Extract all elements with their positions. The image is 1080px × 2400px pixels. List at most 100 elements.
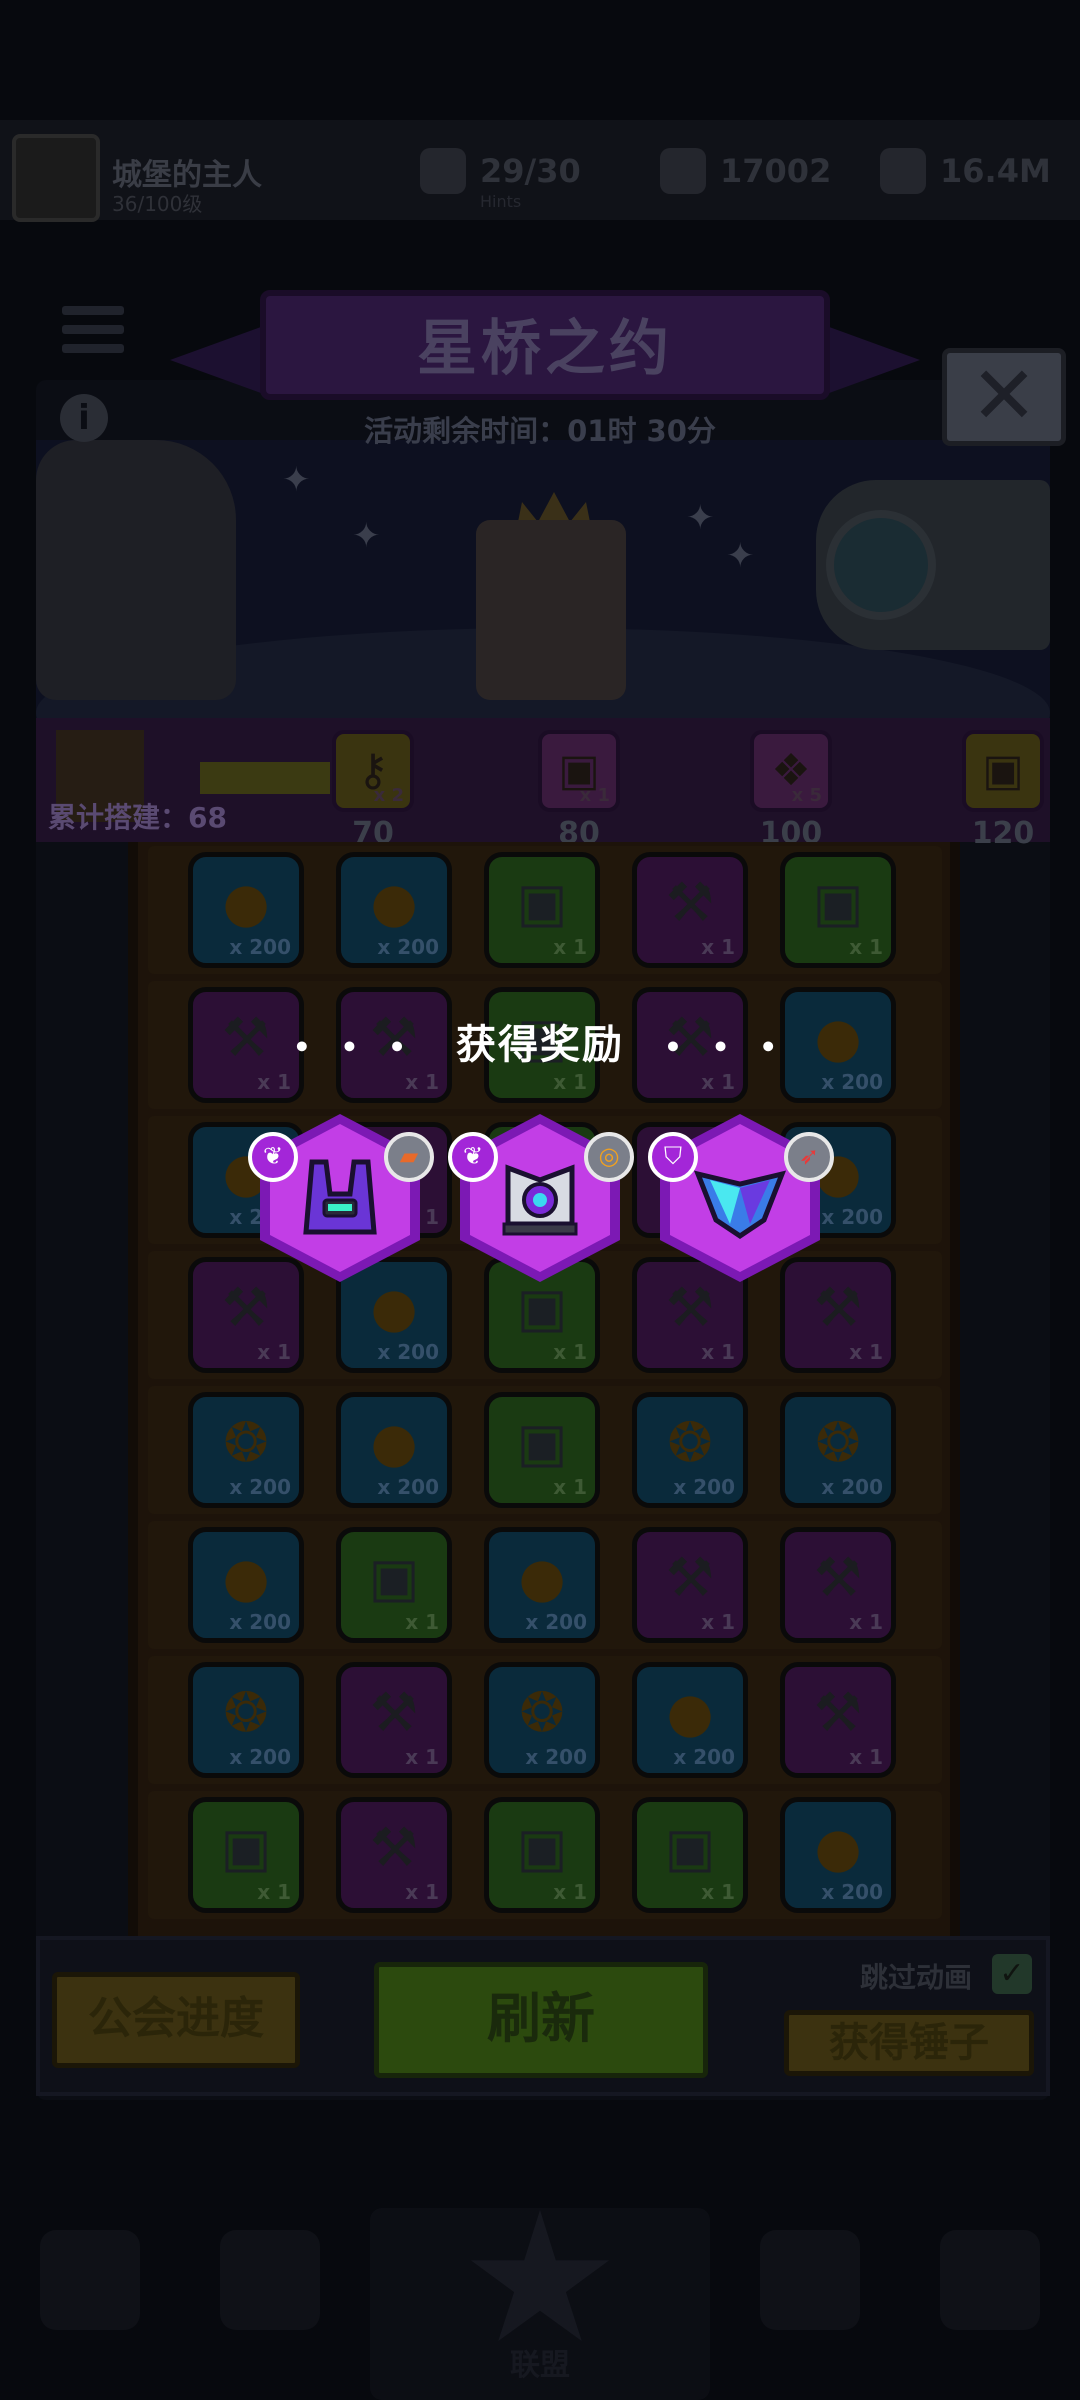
crystal-shield-icon bbox=[693, 1170, 787, 1240]
grid-cell[interactable]: ⚒x 1 bbox=[780, 1527, 896, 1643]
nav-battle-tab[interactable] bbox=[940, 2230, 1040, 2330]
cell-quantity: x 1 bbox=[257, 1070, 291, 1094]
robot-left-figure bbox=[36, 440, 236, 700]
grid-cell[interactable]: ●x 200 bbox=[780, 1797, 896, 1913]
guild-progress-button[interactable]: 公会进度 bbox=[52, 1972, 300, 2068]
cell-quantity: x 200 bbox=[229, 1610, 291, 1634]
hammer-icon: ⚒ bbox=[665, 1276, 715, 1339]
cell-quantity: x 1 bbox=[849, 1610, 883, 1634]
oil-drop-icon: ● bbox=[518, 1546, 566, 1609]
cell-quantity: x 1 bbox=[553, 1070, 587, 1094]
reward-item-armor[interactable]: ❦ ▰ bbox=[248, 1114, 434, 1282]
grid-cell[interactable]: ●x 200 bbox=[632, 1662, 748, 1778]
energy-icon bbox=[420, 148, 466, 194]
grid-cell[interactable]: ❂ x 200 bbox=[780, 1392, 896, 1508]
key-icon: ⚷ x 2 bbox=[332, 730, 414, 812]
chest-icon: ▣ bbox=[220, 1816, 272, 1879]
cell-quantity: x 200 bbox=[673, 1475, 735, 1499]
cell-quantity: x 200 bbox=[525, 1745, 587, 1769]
king-figure bbox=[476, 520, 626, 700]
nav-shop-tab[interactable] bbox=[40, 2230, 140, 2330]
guild-level: 36/100级 bbox=[112, 192, 203, 216]
top-status-bar: 城堡的主人 36/100级 29/30 Hints 17002 16.4M bbox=[0, 120, 1080, 222]
cell-quantity: x 200 bbox=[377, 935, 439, 959]
milestone-3[interactable]: ▣ 120 bbox=[958, 730, 1048, 851]
info-icon[interactable]: i bbox=[60, 394, 108, 442]
grid-cell[interactable]: ❂ x 200 bbox=[188, 1392, 304, 1508]
sparkle-icon: ✦ bbox=[352, 516, 381, 556]
guild-avatar[interactable] bbox=[12, 134, 100, 222]
chest-icon: ▣ bbox=[516, 871, 568, 934]
hammer-icon: ⚒ bbox=[221, 1276, 271, 1339]
grid-cell[interactable]: ⚒x 1 bbox=[632, 1527, 748, 1643]
oil-drop-icon: ● bbox=[666, 1681, 714, 1744]
nav-skills-tab[interactable] bbox=[760, 2230, 860, 2330]
title-dots-right: • • • bbox=[663, 1030, 788, 1064]
cell-quantity: x 1 bbox=[701, 1610, 735, 1634]
nav-equipment-tab[interactable] bbox=[220, 2230, 320, 2330]
cell-quantity: x 200 bbox=[821, 1475, 883, 1499]
grid-cell[interactable]: ⚒x 1 bbox=[336, 1662, 452, 1778]
cell-quantity: x 200 bbox=[229, 1745, 291, 1769]
stat-energy-value: 29/30 bbox=[480, 152, 581, 190]
grid-cell[interactable]: ⚒x 1 bbox=[632, 852, 748, 968]
sparkle-icon: ✦ bbox=[686, 498, 715, 538]
grid-cell[interactable]: ⚒x 1 bbox=[780, 1662, 896, 1778]
milestone-2[interactable]: ❖ x 5 100 bbox=[746, 730, 836, 851]
hammer-icon: ⚒ bbox=[813, 1546, 863, 1609]
milestone-1[interactable]: ▣ x 1 80 bbox=[534, 730, 624, 851]
chest-icon: ▣ bbox=[664, 1816, 716, 1879]
cell-quantity: x 1 bbox=[701, 1340, 735, 1364]
grid-cell[interactable]: ❂ x 200 bbox=[484, 1662, 600, 1778]
grid-cell[interactable]: ▣x 1 bbox=[484, 852, 600, 968]
hammer-icon: ⚒ bbox=[813, 1276, 863, 1339]
grid-cell[interactable]: ▣x 1 bbox=[484, 1392, 600, 1508]
hammer-icon: ⚒ bbox=[665, 871, 715, 934]
grid-cell[interactable]: ●x 200 bbox=[188, 852, 304, 968]
grid-cell[interactable]: ●x 200 bbox=[336, 852, 452, 968]
cell-quantity: x 1 bbox=[257, 1880, 291, 1904]
stat-energy-sub: Hints bbox=[480, 192, 522, 211]
grid-cell[interactable]: ❂ x 200 bbox=[188, 1662, 304, 1778]
cannon-lens bbox=[826, 510, 936, 620]
grid-cell[interactable]: ●x 200 bbox=[484, 1527, 600, 1643]
menu-icon[interactable] bbox=[62, 306, 124, 360]
stat-gems-value: 17002 bbox=[720, 152, 832, 190]
coin-icon: ❂ bbox=[223, 1681, 269, 1744]
hammer-icon: ⚒ bbox=[369, 1816, 419, 1879]
title-dots-left: • • • bbox=[292, 1030, 417, 1064]
grid-cell[interactable]: ❂ x 200 bbox=[632, 1392, 748, 1508]
grid-cell[interactable]: ●x 200 bbox=[336, 1392, 452, 1508]
reward-item-eye-device[interactable]: ❦ ◎ bbox=[448, 1114, 634, 1282]
get-hammer-button[interactable]: 获得锤子 bbox=[784, 2010, 1034, 2076]
wing-badge-icon: ❦ bbox=[448, 1132, 498, 1182]
reward-title-text: 获得奖励 bbox=[456, 1022, 624, 1068]
gold-icon bbox=[880, 148, 926, 194]
event-timer: 活动剩余时间：01时 30分 bbox=[364, 414, 716, 448]
refresh-button[interactable]: 刷新 bbox=[374, 1962, 708, 2078]
cumulative-build-label: 累计搭建：68 bbox=[48, 801, 227, 834]
gem-icon bbox=[660, 148, 706, 194]
coin-icon: ❂ bbox=[223, 1411, 269, 1474]
grid-cell[interactable]: ▣x 1 bbox=[188, 1797, 304, 1913]
milestone-0[interactable]: ⚷ x 2 70 bbox=[328, 730, 418, 851]
reward-popup-title: • • • 获得奖励 • • • bbox=[0, 1012, 1080, 1070]
grid-cell[interactable]: ▣x 1 bbox=[780, 852, 896, 968]
grid-cell[interactable]: ⚒x 1 bbox=[336, 1797, 452, 1913]
grid-cell[interactable]: ●x 200 bbox=[188, 1527, 304, 1643]
chest-icon: ▣ bbox=[516, 1411, 568, 1474]
grid-cell[interactable]: ▣x 1 bbox=[484, 1797, 600, 1913]
cell-quantity: x 1 bbox=[257, 1340, 291, 1364]
cell-quantity: x 1 bbox=[849, 1745, 883, 1769]
milestone-qty: x 1 bbox=[579, 785, 610, 806]
oil-drop-icon: ● bbox=[814, 1816, 862, 1879]
grid-cell[interactable]: ▣x 1 bbox=[632, 1797, 748, 1913]
reward-item-crystal-shield[interactable]: ⛉ ➶ bbox=[648, 1114, 834, 1282]
grid-cell[interactable]: ▣x 1 bbox=[336, 1527, 452, 1643]
event-title: 星桥之约 bbox=[417, 314, 673, 384]
skip-animation-checkbox[interactable]: ✓ bbox=[992, 1954, 1032, 1994]
cell-quantity: x 1 bbox=[849, 935, 883, 959]
cell-quantity: x 200 bbox=[229, 935, 291, 959]
close-button[interactable]: ✕ bbox=[942, 348, 1066, 446]
progress-fill bbox=[200, 762, 330, 794]
